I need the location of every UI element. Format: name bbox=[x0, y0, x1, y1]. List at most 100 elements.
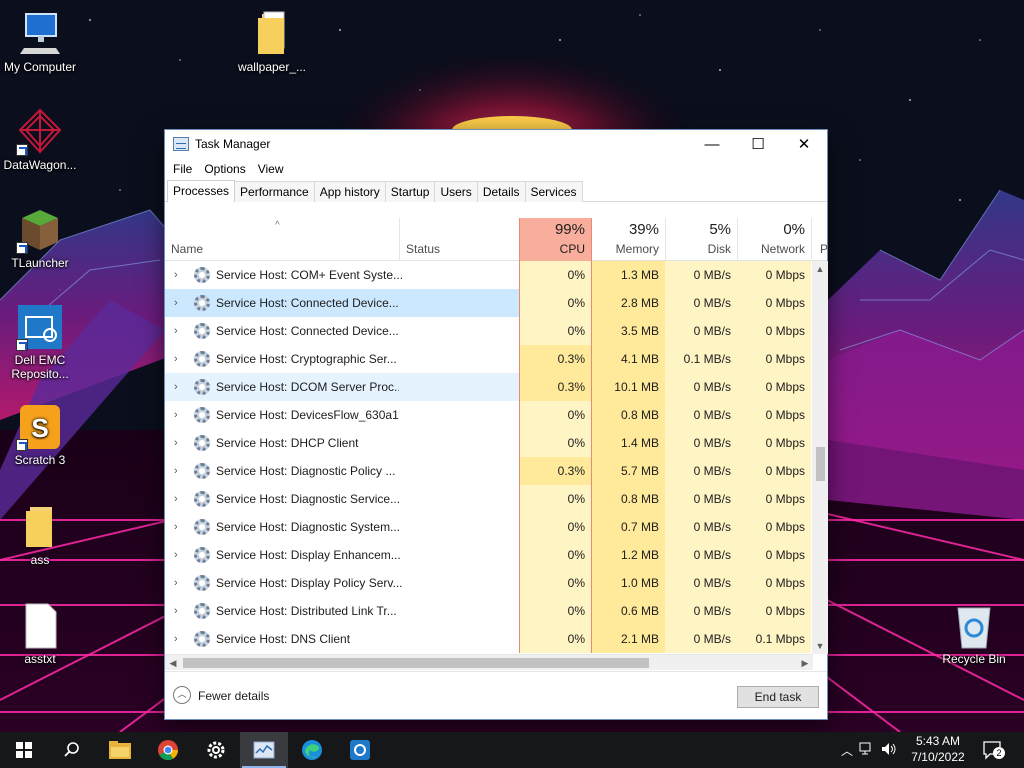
process-name: Service Host: Diagnostic Service... bbox=[216, 492, 401, 506]
table-row[interactable]: › Service Host: DHCP Client 0% 1.4 MB 0 MB/s… bbox=[165, 429, 813, 457]
shortcut-arrow-icon bbox=[16, 242, 28, 254]
network-total-percent: 0% bbox=[783, 221, 805, 238]
taskbar-settings[interactable] bbox=[192, 732, 240, 768]
desktop-icon-datawagon[interactable]: DataWagon... bbox=[0, 108, 80, 172]
expand-chevron-icon[interactable]: › bbox=[174, 429, 178, 457]
taskbar-chrome[interactable] bbox=[144, 732, 192, 768]
scroll-up-icon[interactable]: ▲ bbox=[812, 261, 828, 277]
column-header-disk[interactable]: 5% Disk bbox=[665, 218, 737, 261]
vertical-scroll-thumb[interactable] bbox=[816, 447, 825, 481]
table-row[interactable]: › Service Host: Diagnostic Policy ... 0.3%… bbox=[165, 457, 813, 485]
expand-chevron-icon[interactable]: › bbox=[174, 261, 178, 289]
chevron-up-icon[interactable]: ︿ bbox=[838, 742, 856, 759]
taskbar-dell-emc[interactable] bbox=[336, 732, 384, 768]
taskbar-clock[interactable]: 5:43 AM 7/10/2022 bbox=[904, 733, 972, 765]
disk-cell: 0 MB/s bbox=[665, 289, 737, 317]
taskbar-task-manager[interactable] bbox=[240, 732, 288, 768]
minimize-button[interactable]: — bbox=[689, 130, 735, 158]
horizontal-scrollbar[interactable]: ◀ ▶ bbox=[165, 654, 813, 670]
taskbar-file-explorer[interactable] bbox=[96, 732, 144, 768]
menu-view[interactable]: View bbox=[252, 162, 290, 176]
column-label-status: Status bbox=[406, 242, 441, 256]
network-cell: 0 Mbps bbox=[737, 317, 811, 345]
menu-options[interactable]: Options bbox=[198, 162, 251, 176]
tab-app-history[interactable]: App history bbox=[313, 181, 386, 202]
table-row[interactable]: › Service Host: DNS Client 0% 2.1 MB 0 MB/s 0… bbox=[165, 625, 813, 653]
expand-chevron-icon[interactable]: › bbox=[174, 345, 178, 373]
end-task-button[interactable]: End task bbox=[737, 686, 819, 708]
network-cell: 0 Mbps bbox=[737, 597, 811, 625]
start-button[interactable] bbox=[0, 732, 48, 768]
horizontal-scroll-thumb[interactable] bbox=[183, 658, 649, 668]
expand-chevron-icon[interactable]: › bbox=[174, 317, 178, 345]
expand-chevron-icon[interactable]: › bbox=[174, 569, 178, 597]
column-header-power[interactable]: P bbox=[811, 218, 828, 261]
column-header-network[interactable]: 0% Network bbox=[737, 218, 811, 261]
expand-chevron-icon[interactable]: › bbox=[174, 401, 178, 429]
desktop-icon-ass-folder[interactable]: ass bbox=[0, 503, 80, 567]
table-row[interactable]: › Service Host: Display Enhancem... 0% 1.2 … bbox=[165, 541, 813, 569]
tab-details[interactable]: Details bbox=[476, 181, 526, 202]
memory-cell: 3.5 MB bbox=[592, 317, 665, 345]
volume-icon[interactable] bbox=[878, 742, 900, 759]
memory-total-percent: 39% bbox=[628, 221, 659, 238]
expand-chevron-icon[interactable]: › bbox=[174, 485, 178, 513]
scroll-down-icon[interactable]: ▼ bbox=[812, 638, 828, 654]
chevron-up-icon[interactable]: ︿ bbox=[173, 686, 191, 704]
tab-users[interactable]: Users bbox=[434, 181, 478, 202]
expand-chevron-icon[interactable]: › bbox=[174, 289, 178, 317]
column-header-status[interactable]: Status bbox=[399, 218, 519, 261]
desktop-icon-my-computer[interactable]: My Computer bbox=[0, 10, 80, 74]
window-footer: ︿ Fewer details End task bbox=[165, 671, 827, 719]
desktop-icon-scratch[interactable]: S Scratch 3 bbox=[0, 403, 80, 467]
table-row[interactable]: › Service Host: Diagnostic System... 0% 0.7… bbox=[165, 513, 813, 541]
fewer-details-link[interactable]: Fewer details bbox=[198, 689, 269, 703]
table-row[interactable]: › Service Host: Connected Device... 0% 2.8 … bbox=[165, 289, 813, 317]
table-row[interactable]: › Service Host: Diagnostic Service... 0% 0.… bbox=[165, 485, 813, 513]
desktop-icon-wallpaper-folder[interactable]: wallpaper_... bbox=[232, 10, 312, 74]
service-gear-icon bbox=[194, 407, 210, 423]
process-name: Service Host: COM+ Event Syste... bbox=[216, 268, 404, 282]
table-row[interactable]: › Service Host: Connected Device... 0% 3.5 … bbox=[165, 317, 813, 345]
table-row[interactable]: › Service Host: Distributed Link Tr... 0% 0… bbox=[165, 597, 813, 625]
table-row[interactable]: › Service Host: Cryptographic Ser... 0.3% 4… bbox=[165, 345, 813, 373]
table-row[interactable]: › Service Host: COM+ Event Syste... 0% 1.3 … bbox=[165, 261, 813, 289]
vertical-scrollbar[interactable]: ▲ ▼ bbox=[812, 261, 828, 654]
desktop-icon-tlauncher[interactable]: TLauncher bbox=[0, 206, 80, 270]
table-row[interactable]: › Service Host: DevicesFlow_630a1 0% 0.8 MB… bbox=[165, 401, 813, 429]
expand-chevron-icon[interactable]: › bbox=[174, 373, 178, 401]
maximize-button[interactable]: ☐ bbox=[735, 130, 781, 158]
desktop-icon-recycle-bin[interactable]: Recycle Bin bbox=[934, 602, 1014, 666]
expand-chevron-icon[interactable]: › bbox=[174, 597, 178, 625]
close-button[interactable]: ✕ bbox=[781, 130, 827, 158]
desktop-icon-asstxt[interactable]: asstxt bbox=[0, 602, 80, 666]
menu-file[interactable]: File bbox=[167, 162, 198, 176]
cpu-cell: 0.3% bbox=[519, 457, 592, 485]
recycle-bin-icon bbox=[950, 602, 998, 650]
desktop-icon-dell-emc[interactable]: Dell EMC Reposito... bbox=[0, 303, 80, 381]
expand-chevron-icon[interactable]: › bbox=[174, 541, 178, 569]
taskbar-edge[interactable] bbox=[288, 732, 336, 768]
tab-services[interactable]: Services bbox=[524, 181, 583, 202]
scroll-right-icon[interactable]: ▶ bbox=[797, 655, 813, 671]
table-row[interactable]: › Service Host: Display Policy Serv... 0% 1… bbox=[165, 569, 813, 597]
scroll-left-icon[interactable]: ◀ bbox=[165, 655, 181, 671]
memory-cell: 0.8 MB bbox=[592, 401, 665, 429]
search-button[interactable] bbox=[48, 732, 96, 768]
title-bar[interactable]: Task Manager — ☐ ✕ bbox=[165, 130, 827, 158]
clock-time: 5:43 AM bbox=[915, 734, 961, 748]
tab-startup[interactable]: Startup bbox=[384, 181, 436, 202]
expand-chevron-icon[interactable]: › bbox=[174, 457, 178, 485]
notification-center-button[interactable]: 2 bbox=[982, 740, 1005, 760]
expand-chevron-icon[interactable]: › bbox=[174, 625, 178, 653]
column-header-name[interactable]: ^ Name bbox=[171, 218, 399, 261]
column-label-cpu: CPU bbox=[559, 242, 585, 256]
table-row[interactable]: › Service Host: DCOM Server Proc... 0.3% 10… bbox=[165, 373, 813, 401]
expand-chevron-icon[interactable]: › bbox=[174, 513, 178, 541]
column-header-memory[interactable]: 39% Memory bbox=[592, 218, 665, 261]
tab-processes[interactable]: Processes bbox=[167, 180, 236, 202]
process-name: Service Host: DNS Client bbox=[216, 632, 351, 646]
column-header-cpu[interactable]: 99% CPU bbox=[519, 218, 592, 261]
network-icon[interactable] bbox=[856, 742, 878, 759]
tab-performance[interactable]: Performance bbox=[234, 181, 315, 202]
